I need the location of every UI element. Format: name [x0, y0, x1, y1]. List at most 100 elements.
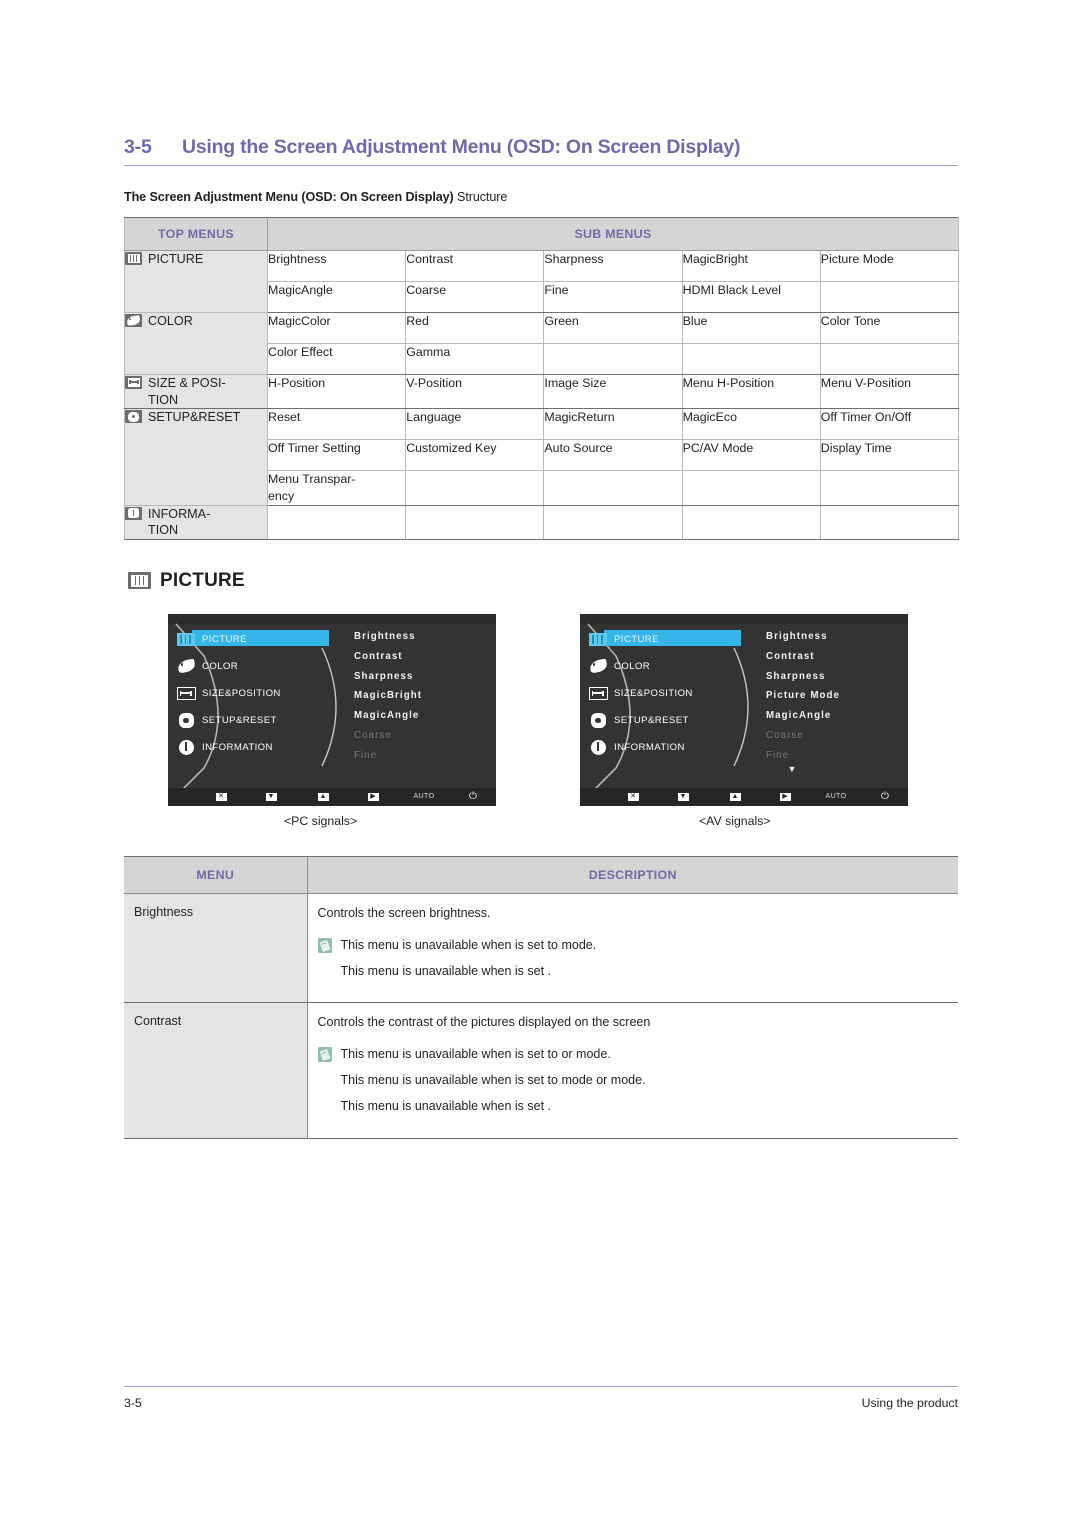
- osd-sub-item[interactable]: MagicAngle: [354, 706, 494, 726]
- up-icon[interactable]: ▲: [729, 792, 741, 801]
- osd-menu-icon: [174, 710, 198, 730]
- sub-menu-cell: Color Effect: [266, 343, 407, 375]
- sub-menu-cell: [543, 470, 683, 506]
- osd-structure-table: TOP MENUS SUB MENUS PICTURE Brightness Con…: [124, 217, 959, 540]
- osd-menu-item-information[interactable]: INFORMATION: [586, 734, 746, 761]
- osd-hw-button[interactable]: ▲: [710, 792, 760, 801]
- sub-menu-cell: Coarse: [405, 281, 545, 313]
- osd-menu-item-size-position[interactable]: SIZE&POSITION: [586, 680, 746, 707]
- osd-menu-label: SIZE&POSITION: [614, 687, 693, 699]
- osd-hw-button[interactable]: ⏻: [862, 791, 908, 802]
- sub-menu-cell: Contrast: [405, 250, 545, 282]
- osd-hw-button[interactable]: ✕: [610, 792, 656, 801]
- osd-hw-button[interactable]: ▼: [656, 792, 710, 801]
- sub-menu-cell: Red: [405, 312, 545, 344]
- sub-menu-cell: [543, 343, 683, 375]
- osd-sub-item[interactable]: MagicBright: [354, 686, 494, 706]
- sub-menu-cell: MagicAngle: [266, 281, 407, 313]
- close-icon[interactable]: ✕: [215, 792, 227, 801]
- osd-hw-button[interactable]: ▼: [244, 792, 298, 801]
- note-text: This menu is unavailable when is set .: [340, 963, 552, 978]
- osd-hw-button[interactable]: AUTO: [398, 793, 450, 800]
- osd-sub-item: Fine: [354, 749, 378, 761]
- down-icon[interactable]: ▼: [677, 792, 689, 801]
- down-icon[interactable]: ▼: [265, 792, 277, 801]
- information-icon: [125, 506, 142, 520]
- osd-hw-button[interactable]: ▶: [348, 792, 398, 801]
- table-row: SETUP&RESET Reset Language MagicReturn Magic…: [124, 408, 959, 506]
- osd-menu-item-color[interactable]: COLOR: [586, 653, 746, 680]
- osd-sub-item[interactable]: Brightness: [766, 627, 906, 647]
- osd-sub-item[interactable]: Sharpness: [354, 667, 494, 687]
- sub-menu-cell: PC/AV Mode: [681, 439, 821, 472]
- scroll-down-icon[interactable]: ▼: [766, 764, 818, 774]
- close-icon[interactable]: ✕: [627, 792, 639, 801]
- osd-menu-item-information[interactable]: INFORMATION: [174, 734, 334, 761]
- sub-menu-cell: Image Size: [543, 373, 683, 410]
- sub-menu-cell: [405, 470, 545, 506]
- menu-description-cell: Controls the contrast of the pictures di…: [307, 1002, 958, 1139]
- osd-menu-item-size-position[interactable]: SIZE&POSITION: [174, 680, 334, 707]
- osd-menu-item-picture[interactable]: PICTURE: [174, 626, 334, 653]
- osd-hw-button[interactable]: ⏻: [450, 791, 496, 802]
- note-text: This menu is unavailable when is set to …: [340, 1073, 646, 1088]
- top-menu-label: COLOR: [148, 314, 193, 328]
- caption-pc-signals: <PC signals>: [284, 813, 358, 828]
- auto-button-label[interactable]: AUTO: [826, 793, 847, 800]
- enter-icon[interactable]: ▶: [779, 792, 791, 801]
- osd-sub-menu-list: Brightness Contrast Sharpness Picture Mode M…: [766, 627, 906, 775]
- up-icon[interactable]: ▲: [317, 792, 329, 801]
- page-title: Using the Screen Adjustment Menu (OSD: O…: [182, 136, 741, 158]
- sub-menu-cell: Gamma: [405, 343, 545, 375]
- osd-sub-item[interactable]: Contrast: [354, 647, 494, 667]
- enter-icon[interactable]: ▶: [367, 792, 379, 801]
- osd-menu-icon: [174, 739, 198, 755]
- information-icon: [178, 739, 194, 755]
- power-icon[interactable]: ⏻: [881, 791, 889, 802]
- osd-button-bar: ✕ ▼ ▲ ▶ AUTO ⏻: [580, 787, 908, 806]
- osd-menu-icon: [586, 710, 610, 730]
- header-menu: MENU: [124, 855, 308, 894]
- description-intro: Controls the screen brightness.: [317, 905, 491, 920]
- menu-description-table: MENU DESCRIPTION Brightness Controls the …: [124, 855, 958, 1139]
- structure-subheading: The Screen Adjustment Menu (OSD: On Scre…: [124, 190, 958, 204]
- osd-sub-item[interactable]: Picture Mode: [766, 686, 906, 706]
- information-icon: [590, 739, 606, 755]
- auto-button-label[interactable]: AUTO: [414, 793, 435, 800]
- sub-menu-cell: Reset: [266, 408, 407, 441]
- osd-menu-item-picture[interactable]: PICTURE: [586, 626, 746, 653]
- sub-menu-cell: [819, 343, 959, 375]
- sub-menu-cell: Customized Key: [405, 439, 545, 472]
- osd-menu-icon: [174, 686, 198, 700]
- osd-hw-button[interactable]: AUTO: [810, 793, 862, 800]
- picture-icon: [125, 252, 142, 265]
- osd-sub-item[interactable]: MagicAngle: [766, 706, 906, 726]
- sub-menu-cell: Off Timer On/Off: [819, 408, 959, 441]
- power-icon[interactable]: ⏻: [469, 791, 477, 802]
- color-icon: [125, 314, 142, 327]
- osd-hw-button[interactable]: ▶: [760, 792, 810, 801]
- table-row: Contrast Controls the contrast of the pic…: [124, 1002, 958, 1139]
- osd-sub-item[interactable]: Sharpness: [766, 667, 906, 687]
- menu-name-cell: Brightness: [124, 893, 308, 1004]
- color-icon: [588, 659, 608, 674]
- osd-sub-item: Coarse: [354, 729, 392, 741]
- osd-preview-av: PICTURE COLOR SIZE&POSITION SETUP&RESET INFO…: [580, 613, 908, 806]
- sub-menu-cell: Blue: [681, 312, 821, 344]
- menu-name-cell: Contrast: [124, 1002, 308, 1139]
- section-heading: 3-5 Using the Screen Adjustment Menu (OS…: [124, 0, 958, 159]
- osd-sub-item: Coarse: [766, 729, 804, 741]
- osd-sub-item[interactable]: Contrast: [766, 647, 906, 667]
- osd-hw-button[interactable]: ▲: [298, 792, 348, 801]
- osd-menu-item-color[interactable]: COLOR: [174, 653, 334, 680]
- osd-sub-item[interactable]: Brightness: [354, 627, 494, 647]
- sub-menu-cell: MagicColor: [266, 312, 407, 344]
- osd-menu-item-setup-reset[interactable]: SETUP&RESET: [586, 707, 746, 734]
- size-position-icon: [125, 376, 142, 389]
- osd-menu-item-setup-reset[interactable]: SETUP&RESET: [174, 707, 334, 734]
- sub-menu-cell: Language: [405, 408, 545, 441]
- osd-menu-icon: [586, 632, 610, 646]
- sub-menu-cell: Color Tone: [819, 312, 959, 344]
- osd-hw-button[interactable]: ✕: [198, 792, 244, 801]
- osd-menu-icon: [586, 739, 610, 755]
